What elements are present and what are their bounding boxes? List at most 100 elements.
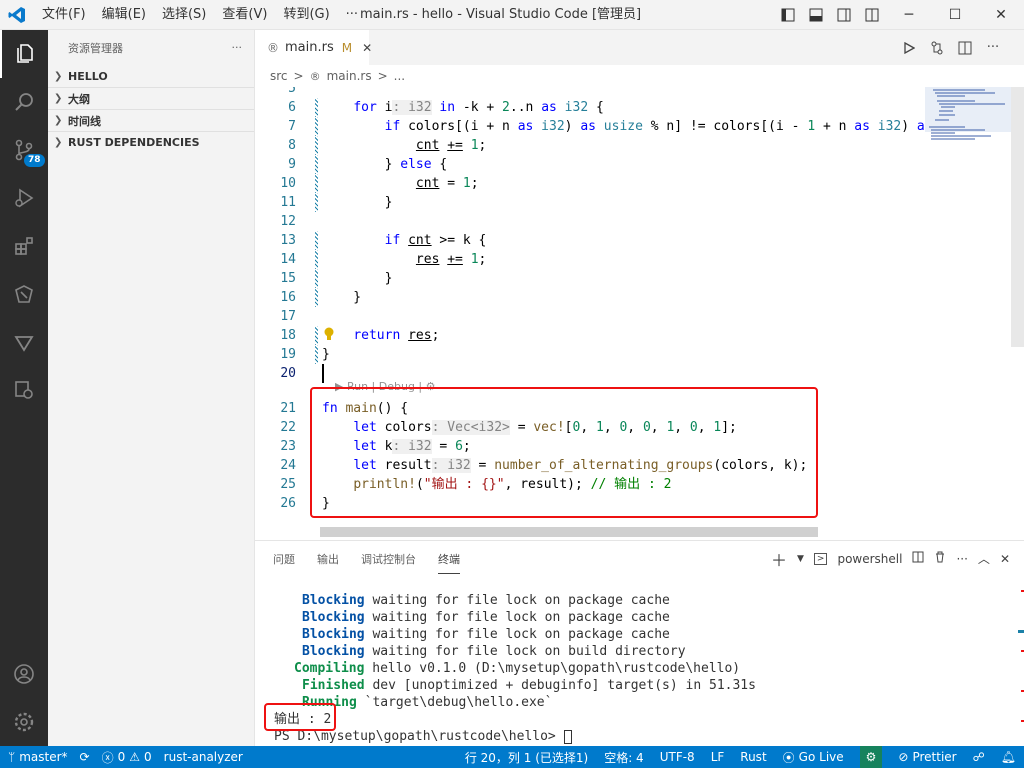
title-bar: 文件(F) 编辑(E) 选择(S) 查看(V) 转到(G) ··· main.r… bbox=[0, 0, 1024, 30]
menu-go[interactable]: 转到(G) bbox=[275, 0, 337, 30]
tab-label: main.rs bbox=[285, 40, 334, 55]
run-debug-icon[interactable] bbox=[0, 174, 48, 222]
section-rust-dependencies[interactable]: ❯ RUST DEPENDENCIES bbox=[48, 131, 254, 153]
explorer-sidebar: 资源管理器 ··· ❯ HELLO ❯ 大纲 ❯ 时间线 ❯ RUST DEPENDEN… bbox=[48, 30, 255, 746]
close-window-icon[interactable]: ✕ bbox=[978, 0, 1024, 30]
breadcrumb-more[interactable]: ... bbox=[394, 69, 405, 83]
toggle-secondary-sidebar-icon[interactable] bbox=[830, 0, 858, 30]
account-icon[interactable] bbox=[0, 650, 48, 698]
notifications-icon[interactable]: 🔔︎ bbox=[1001, 750, 1016, 764]
status-bar: ᛘ master* ⟳ ⓧ 0 ⚠ 0 rust-analyzer 行 20，列 1 (… bbox=[0, 746, 1024, 768]
terminal-line: Compiling hello v0.1.0 (D:\mysetup\gopat… bbox=[294, 661, 741, 676]
warning-icon: ⚠ bbox=[129, 750, 141, 764]
customize-layout-icon[interactable] bbox=[858, 0, 886, 30]
menu-selection[interactable]: 选择(S) bbox=[154, 0, 214, 30]
feedback-icon[interactable]: ☍ bbox=[973, 750, 985, 764]
code-line: 10 cnt = 1; bbox=[280, 174, 479, 193]
menu-edit[interactable]: 编辑(E) bbox=[94, 0, 154, 30]
code-line: 8 cnt += 1; bbox=[288, 136, 487, 155]
code-line: 19} bbox=[280, 345, 330, 364]
code-line: 11 } bbox=[280, 193, 393, 212]
branch-status[interactable]: ᛘ master* bbox=[8, 750, 68, 764]
remote-explorer-icon[interactable] bbox=[0, 366, 48, 414]
code-line: 6 for i: i32 in -k + 2..n as i32 { bbox=[288, 98, 604, 117]
editor-tabs: ® main.rs M ✕ ··· bbox=[255, 30, 1024, 65]
double-check-icon: ⊘ bbox=[898, 750, 909, 764]
highlight-box-main bbox=[310, 387, 818, 518]
rust-status-icon[interactable]: ⚙ bbox=[859, 746, 883, 768]
breadcrumb-file[interactable]: main.rs bbox=[327, 69, 372, 83]
terminal-line: Blocking waiting for file lock on packag… bbox=[302, 610, 670, 625]
rust-file-icon: ® bbox=[309, 69, 321, 83]
editor-scrollbar[interactable] bbox=[1011, 87, 1024, 347]
breadcrumb-src[interactable]: src bbox=[270, 69, 288, 83]
code-line: 16 } bbox=[280, 288, 362, 307]
section-hello[interactable]: ❯ HELLO bbox=[48, 65, 254, 87]
menu-file[interactable]: 文件(F) bbox=[34, 0, 94, 30]
close-tab-icon[interactable]: ✕ bbox=[362, 41, 372, 55]
broadcast-icon: ⦿ bbox=[782, 750, 795, 765]
vercel-icon[interactable] bbox=[0, 318, 48, 366]
activity-bar: 78 bbox=[0, 30, 48, 746]
menu-bar: 文件(F) 编辑(E) 选择(S) 查看(V) 转到(G) ··· bbox=[34, 0, 366, 30]
indentation[interactable]: 空格: 4 bbox=[604, 749, 644, 766]
rust-analyzer-status[interactable]: rust-analyzer bbox=[164, 750, 243, 764]
sync-icon[interactable]: ⟳ bbox=[80, 750, 90, 764]
tab-main-rs[interactable]: ® main.rs M ✕ bbox=[255, 30, 372, 65]
terminal[interactable]: Blocking waiting for file lock on packag… bbox=[255, 541, 1024, 747]
modified-indicator: M bbox=[341, 40, 353, 55]
scm-badge: 78 bbox=[24, 154, 45, 167]
more-actions-icon[interactable]: ··· bbox=[982, 37, 1004, 59]
chevron-right-icon: ❯ bbox=[54, 93, 63, 104]
error-icon: ⓧ bbox=[101, 750, 114, 765]
terminal-line: Running `target\debug\hello.exe` bbox=[302, 695, 553, 710]
code-line: 17 bbox=[280, 309, 296, 324]
bottom-panel: 问题 输出 调试控制台 终端 ＋ ▼ > powershell ··· ︿ ✕ … bbox=[255, 540, 1024, 746]
breadcrumb-separator: > bbox=[293, 69, 304, 83]
rust-icon[interactable] bbox=[0, 270, 48, 318]
section-timeline[interactable]: ❯ 时间线 bbox=[48, 109, 254, 131]
sidebar-title: 资源管理器 bbox=[68, 41, 123, 55]
minimap[interactable] bbox=[925, 87, 1011, 540]
sidebar-more-icon[interactable]: ··· bbox=[232, 41, 243, 54]
toggle-sidebar-icon[interactable] bbox=[774, 0, 802, 30]
breadcrumb-separator: > bbox=[377, 69, 388, 83]
lightbulb-icon[interactable] bbox=[323, 327, 335, 341]
end-of-line[interactable]: LF bbox=[711, 750, 725, 764]
explorer-icon[interactable] bbox=[0, 30, 48, 78]
code-line: 18 return res; bbox=[280, 326, 440, 345]
search-icon[interactable] bbox=[0, 78, 48, 126]
go-live-button[interactable]: ⦿ Go Live bbox=[783, 749, 844, 766]
language-mode[interactable]: Rust bbox=[740, 750, 766, 764]
encoding[interactable]: UTF-8 bbox=[660, 750, 695, 764]
section-outline[interactable]: ❯ 大纲 bbox=[48, 87, 254, 109]
source-control-icon[interactable]: 78 bbox=[0, 126, 48, 174]
cursor-position[interactable]: 行 20，列 1 (已选择1) bbox=[465, 749, 588, 766]
code-line: 14 res += 1; bbox=[280, 250, 487, 269]
run-icon[interactable] bbox=[898, 37, 920, 59]
code-line: 9 } else { bbox=[288, 155, 448, 174]
breadcrumb: src > ® main.rs > ... bbox=[255, 65, 1024, 87]
compare-changes-icon[interactable] bbox=[926, 37, 948, 59]
git-branch-icon: ᛘ bbox=[8, 750, 16, 764]
code-line: 15 } bbox=[280, 269, 393, 288]
vscode-logo-icon bbox=[0, 0, 34, 30]
terminal-scroll-markers bbox=[1018, 590, 1024, 722]
toggle-panel-icon[interactable] bbox=[802, 0, 830, 30]
settings-gear-icon[interactable] bbox=[0, 698, 48, 746]
code-line: 5 bbox=[288, 87, 296, 96]
maximize-icon[interactable]: ☐ bbox=[932, 0, 978, 30]
menu-view[interactable]: 查看(V) bbox=[214, 0, 275, 30]
terminal-line: Blocking waiting for file lock on build … bbox=[302, 644, 686, 659]
split-editor-icon[interactable] bbox=[954, 37, 976, 59]
terminal-line: Blocking waiting for file lock on packag… bbox=[302, 627, 670, 642]
code-line: 13 if cnt >= k { bbox=[280, 231, 487, 250]
chevron-right-icon: ❯ bbox=[54, 137, 63, 148]
problems-status[interactable]: ⓧ 0 ⚠ 0 bbox=[102, 749, 152, 766]
code-line: 12 bbox=[280, 214, 296, 229]
minimize-icon[interactable]: ─ bbox=[886, 0, 932, 30]
terminal-line: Finished dev [unoptimized + debuginfo] t… bbox=[302, 678, 756, 693]
prettier-status[interactable]: ⊘ Prettier bbox=[898, 750, 956, 764]
extensions-icon[interactable] bbox=[0, 222, 48, 270]
editor-horizontal-scrollbar[interactable] bbox=[320, 527, 818, 537]
